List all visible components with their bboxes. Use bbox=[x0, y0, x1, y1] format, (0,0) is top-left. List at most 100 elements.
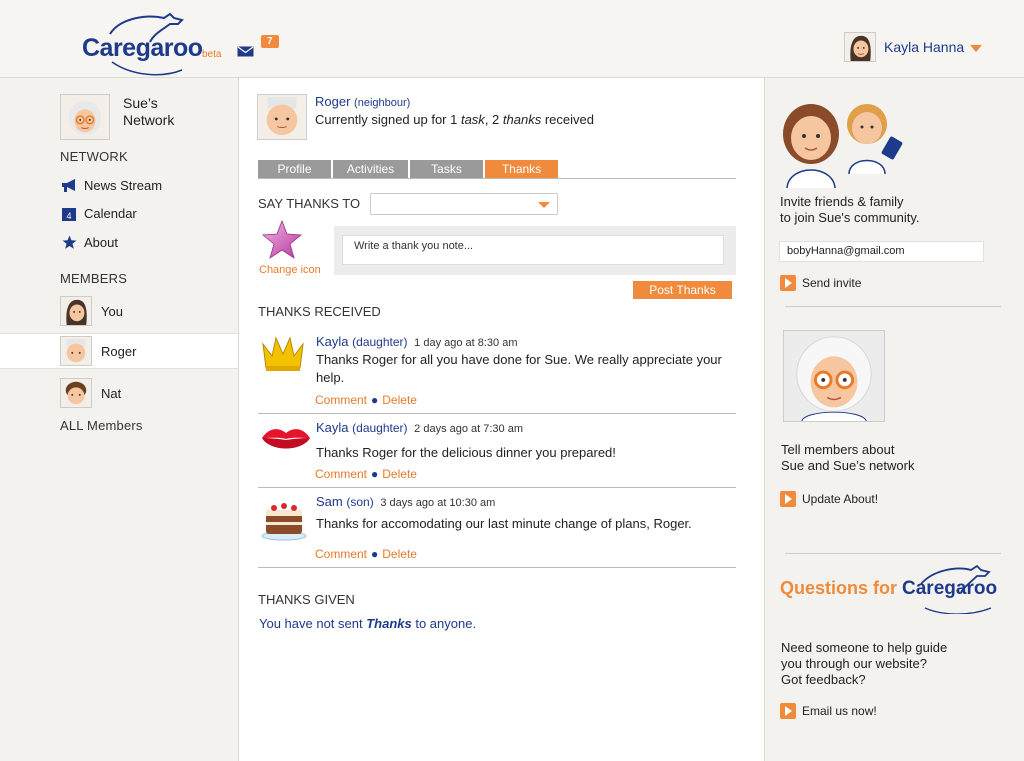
lips-icon bbox=[262, 429, 310, 449]
thanks-actions: Comment ● Delete bbox=[315, 467, 417, 481]
kangaroo-logo-icon bbox=[920, 564, 992, 614]
megaphone-icon bbox=[60, 179, 78, 192]
questions-for-text: Questions for bbox=[780, 578, 903, 598]
mail-icon[interactable] bbox=[237, 46, 254, 57]
members-heading: MEMBERS bbox=[60, 271, 128, 286]
sidebar-item-label: About bbox=[84, 235, 118, 250]
update-about-label: Update About! bbox=[802, 492, 879, 506]
sidebar-item-label: News Stream bbox=[84, 178, 163, 193]
status-task: task bbox=[460, 112, 485, 127]
chevron-down-icon[interactable] bbox=[970, 44, 983, 52]
profile-info: Roger (neighbour) Currently signed up fo… bbox=[315, 94, 594, 140]
tell-line: Sue and Sue’s network bbox=[781, 458, 915, 473]
thanks-time: 3 days ago at 10:30 am bbox=[380, 497, 496, 509]
send-invite-button[interactable]: Send invite bbox=[780, 275, 861, 291]
change-icon-link[interactable]: Change icon bbox=[259, 264, 321, 276]
user-menu[interactable]: Kayla Hanna bbox=[844, 32, 983, 62]
user-avatar bbox=[844, 32, 876, 62]
invite-line: to join Sue's community. bbox=[780, 210, 920, 225]
say-thanks-select[interactable] bbox=[370, 193, 558, 215]
thanks-time: 1 day ago at 8:30 am bbox=[414, 337, 518, 349]
delete-link[interactable]: Delete bbox=[382, 467, 417, 481]
comment-link[interactable]: Comment bbox=[315, 467, 367, 481]
delete-link[interactable]: Delete bbox=[382, 393, 417, 407]
all-members-link[interactable]: ALL Members bbox=[60, 418, 143, 433]
thanks-author[interactable]: Kayla bbox=[316, 334, 349, 349]
help-line: you through our website? bbox=[781, 656, 927, 671]
thanks-relation: (daughter) bbox=[352, 421, 408, 435]
thanks-received-heading: THANKS RECEIVED bbox=[258, 304, 381, 319]
network-title: Sue’s Network bbox=[123, 95, 174, 140]
status-text: , 2 bbox=[484, 112, 503, 127]
thank-you-note-box: Write a thank you note... bbox=[334, 226, 736, 275]
profile-tabs: Profile Activities Tasks Thanks bbox=[258, 160, 560, 178]
tab-thanks[interactable]: Thanks bbox=[485, 160, 558, 178]
user-name: Kayla Hanna bbox=[884, 39, 965, 55]
given-text: You have not sent bbox=[259, 616, 367, 631]
left-sidebar: Sue’s Network NETWORK News Stream 4 Cale… bbox=[0, 78, 238, 761]
notification-badge[interactable]: 7 bbox=[261, 35, 279, 48]
thanks-actions: Comment ● Delete bbox=[315, 547, 417, 561]
thanks-given-message: You have not sent Thanks to anyone. bbox=[259, 616, 476, 631]
caregaroo-logo[interactable]: Caregaroo beta bbox=[82, 12, 232, 78]
thanks-relation: (son) bbox=[346, 495, 374, 509]
post-thanks-button[interactable]: Post Thanks bbox=[633, 281, 732, 299]
email-us-button[interactable]: Email us now! bbox=[780, 703, 877, 719]
right-sidebar: Invite friends & family to join Sue's co… bbox=[765, 78, 1024, 761]
family-illustration bbox=[783, 104, 903, 189]
thanks-author[interactable]: Sam bbox=[316, 494, 343, 509]
sidebar-item-about[interactable]: About bbox=[60, 235, 118, 250]
thanks-author[interactable]: Kayla bbox=[316, 420, 349, 435]
divider bbox=[785, 306, 1001, 307]
tab-profile[interactable]: Profile bbox=[258, 160, 331, 178]
member-avatar bbox=[60, 296, 92, 326]
help-line: Got feedback? bbox=[781, 672, 866, 687]
thanks-item: Sam (son) 3 days ago at 10:30 am Thanks … bbox=[258, 488, 736, 568]
cake-icon bbox=[261, 503, 307, 541]
sidebar-item-news-stream[interactable]: News Stream bbox=[60, 178, 162, 193]
chevron-down-icon bbox=[538, 202, 550, 208]
thanks-given-heading: THANKS GIVEN bbox=[258, 592, 355, 607]
send-invite-label: Send invite bbox=[802, 276, 862, 290]
member-item-you[interactable]: You bbox=[0, 293, 238, 329]
status-thanks: thanks bbox=[502, 112, 542, 127]
thanks-meta: Kayla (daughter) 2 days ago at 7:30 am bbox=[316, 420, 523, 435]
tab-tasks[interactable]: Tasks bbox=[410, 160, 483, 178]
member-item-roger[interactable]: Roger bbox=[0, 333, 238, 369]
help-line: Need someone to help guide bbox=[781, 640, 948, 655]
sidebar-item-calendar[interactable]: 4 Calendar bbox=[60, 206, 137, 221]
invite-line: Invite friends & family bbox=[780, 194, 904, 209]
email-us-label: Email us now! bbox=[802, 704, 877, 718]
thanks-actions: Comment ● Delete bbox=[315, 393, 417, 407]
divider bbox=[785, 553, 1001, 554]
update-about-button[interactable]: Update About! bbox=[780, 491, 878, 507]
profile-header: Roger (neighbour) Currently signed up fo… bbox=[257, 94, 594, 140]
network-card[interactable]: Sue’s Network bbox=[60, 94, 174, 140]
separator-dot: ● bbox=[371, 467, 379, 481]
top-header: Caregaroo beta 7 Kayla Hanna bbox=[0, 0, 1024, 78]
separator-dot: ● bbox=[371, 393, 379, 407]
invite-email-field[interactable]: bobyHanna@gmail.com bbox=[779, 241, 984, 262]
profile-relation: (neighbour) bbox=[354, 97, 411, 109]
thanks-relation: (daughter) bbox=[352, 335, 408, 349]
thanks-meta: Kayla (daughter) 1 day ago at 8:30 am bbox=[316, 334, 518, 349]
network-title-line1: Sue’s bbox=[123, 95, 158, 111]
calendar-icon: 4 bbox=[60, 207, 78, 221]
thank-you-note-input[interactable]: Write a thank you note... bbox=[342, 235, 724, 265]
say-thanks-label: SAY THANKS TO bbox=[258, 196, 361, 211]
comment-link[interactable]: Comment bbox=[315, 547, 367, 561]
member-avatar bbox=[60, 378, 92, 408]
crown-icon bbox=[262, 336, 304, 371]
member-item-nat[interactable]: Nat bbox=[0, 375, 238, 411]
comment-link[interactable]: Comment bbox=[315, 393, 367, 407]
tab-activities[interactable]: Activities bbox=[333, 160, 408, 178]
thanks-star-icon[interactable] bbox=[261, 220, 303, 260]
member-name: You bbox=[101, 303, 123, 319]
help-text: Need someone to help guide you through o… bbox=[781, 640, 947, 688]
play-arrow-icon bbox=[780, 275, 796, 291]
play-arrow-icon bbox=[780, 491, 796, 507]
profile-name[interactable]: Roger bbox=[315, 94, 350, 109]
delete-link[interactable]: Delete bbox=[382, 547, 417, 561]
beta-label: beta bbox=[202, 49, 222, 60]
thanks-message: Thanks Roger for all you have done for S… bbox=[316, 352, 722, 385]
